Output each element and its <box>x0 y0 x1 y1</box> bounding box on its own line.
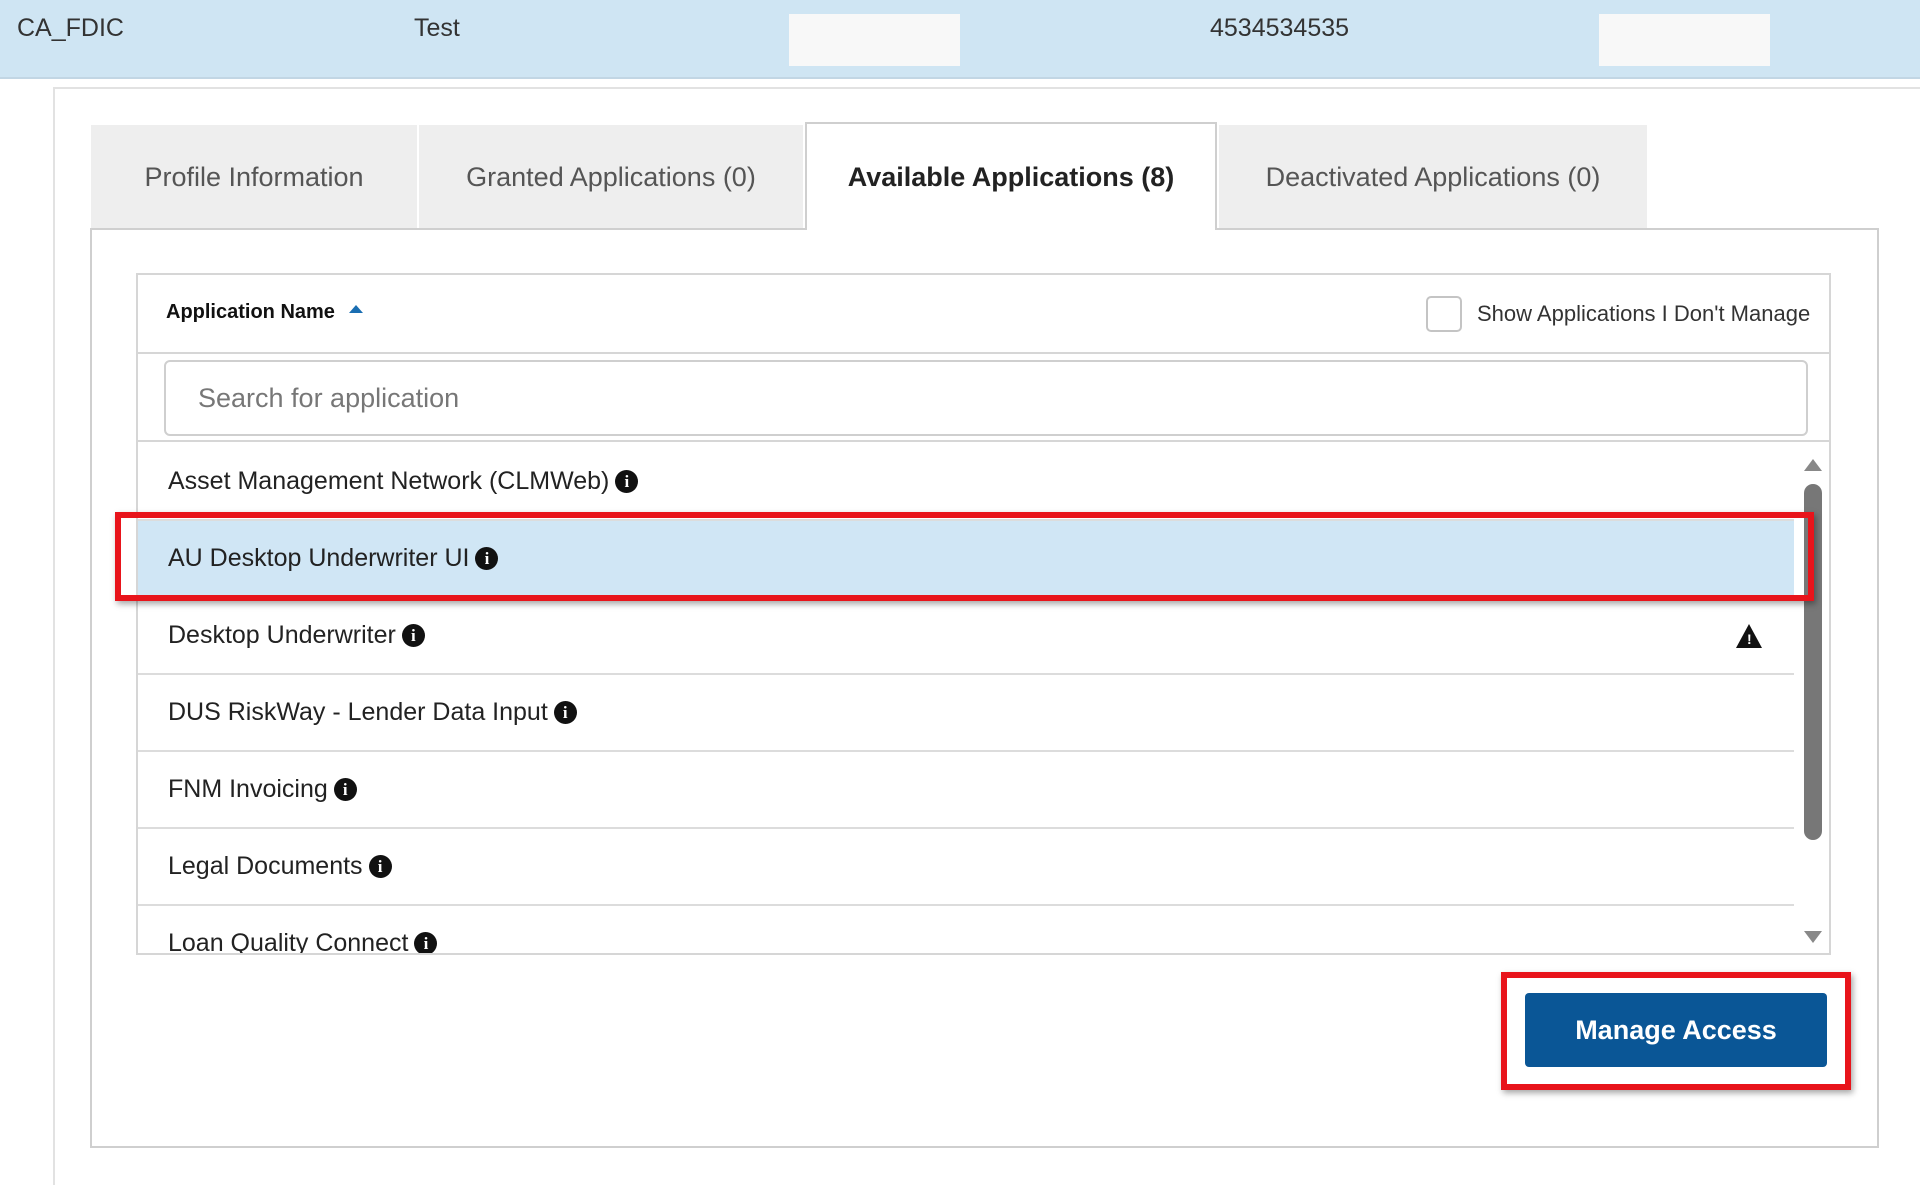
applications-grid: Application Name Show Applications I Don… <box>136 273 1831 955</box>
show-unmanaged-checkbox[interactable] <box>1426 296 1462 332</box>
info-circle-icon[interactable]: i <box>414 932 438 953</box>
list-item[interactable]: Legal Documents i <box>138 829 1794 906</box>
application-name: FNM Invoicing <box>168 775 328 803</box>
search-input[interactable] <box>164 360 1808 436</box>
header-cell-user-id: CA_FDIC <box>17 14 124 42</box>
tab-deactivated-applications[interactable]: Deactivated Applications (0) <box>1219 125 1647 229</box>
highlight-manage-access <box>1501 972 1851 1090</box>
grid-header: Application Name Show Applications I Don… <box>138 275 1829 354</box>
tab-profile-information[interactable]: Profile Information <box>91 125 417 229</box>
header-cell-name: Test <box>414 14 460 42</box>
info-circle-icon[interactable]: i <box>333 778 357 801</box>
column-header-application-name[interactable]: Application Name <box>166 301 335 324</box>
show-unmanaged-label[interactable]: Show Applications I Don't Manage <box>1477 301 1810 327</box>
application-name: Legal Documents <box>168 852 363 880</box>
application-name: DUS RiskWay - Lender Data Input <box>168 698 548 726</box>
info-circle-icon[interactable]: i <box>615 470 639 493</box>
header-cell-redacted <box>1599 14 1770 66</box>
tab-granted-applications[interactable]: Granted Applications (0) <box>419 125 803 229</box>
sort-ascending-icon[interactable] <box>349 305 363 313</box>
application-name: Desktop Underwriter <box>168 621 396 649</box>
application-name: Loan Quality Connect <box>168 929 409 953</box>
header-cell-redacted <box>789 14 960 66</box>
info-circle-icon[interactable]: i <box>368 855 392 878</box>
list-item[interactable]: Desktop Underwriter i ! <box>138 598 1794 675</box>
list-item[interactable]: Asset Management Network (CLMWeb) i <box>138 444 1794 521</box>
scroll-down-icon[interactable] <box>1804 931 1822 943</box>
info-circle-icon[interactable]: i <box>401 624 425 647</box>
search-row <box>138 354 1829 442</box>
user-header-row: CA_FDIC Test 4534534535 <box>0 0 1920 79</box>
list-item[interactable]: Loan Quality Connect i <box>138 906 1794 953</box>
application-name: Asset Management Network (CLMWeb) <box>168 467 610 495</box>
list-item[interactable]: FNM Invoicing i <box>138 752 1794 829</box>
list-item[interactable]: DUS RiskWay - Lender Data Input i <box>138 675 1794 752</box>
warning-triangle-icon: ! <box>1736 624 1762 648</box>
info-circle-icon[interactable]: i <box>553 701 577 724</box>
tab-available-applications[interactable]: Available Applications (8) <box>805 122 1217 230</box>
highlight-selected-row <box>115 512 1814 601</box>
header-cell-phone: 4534534535 <box>1210 14 1350 42</box>
scroll-up-icon[interactable] <box>1804 459 1822 471</box>
